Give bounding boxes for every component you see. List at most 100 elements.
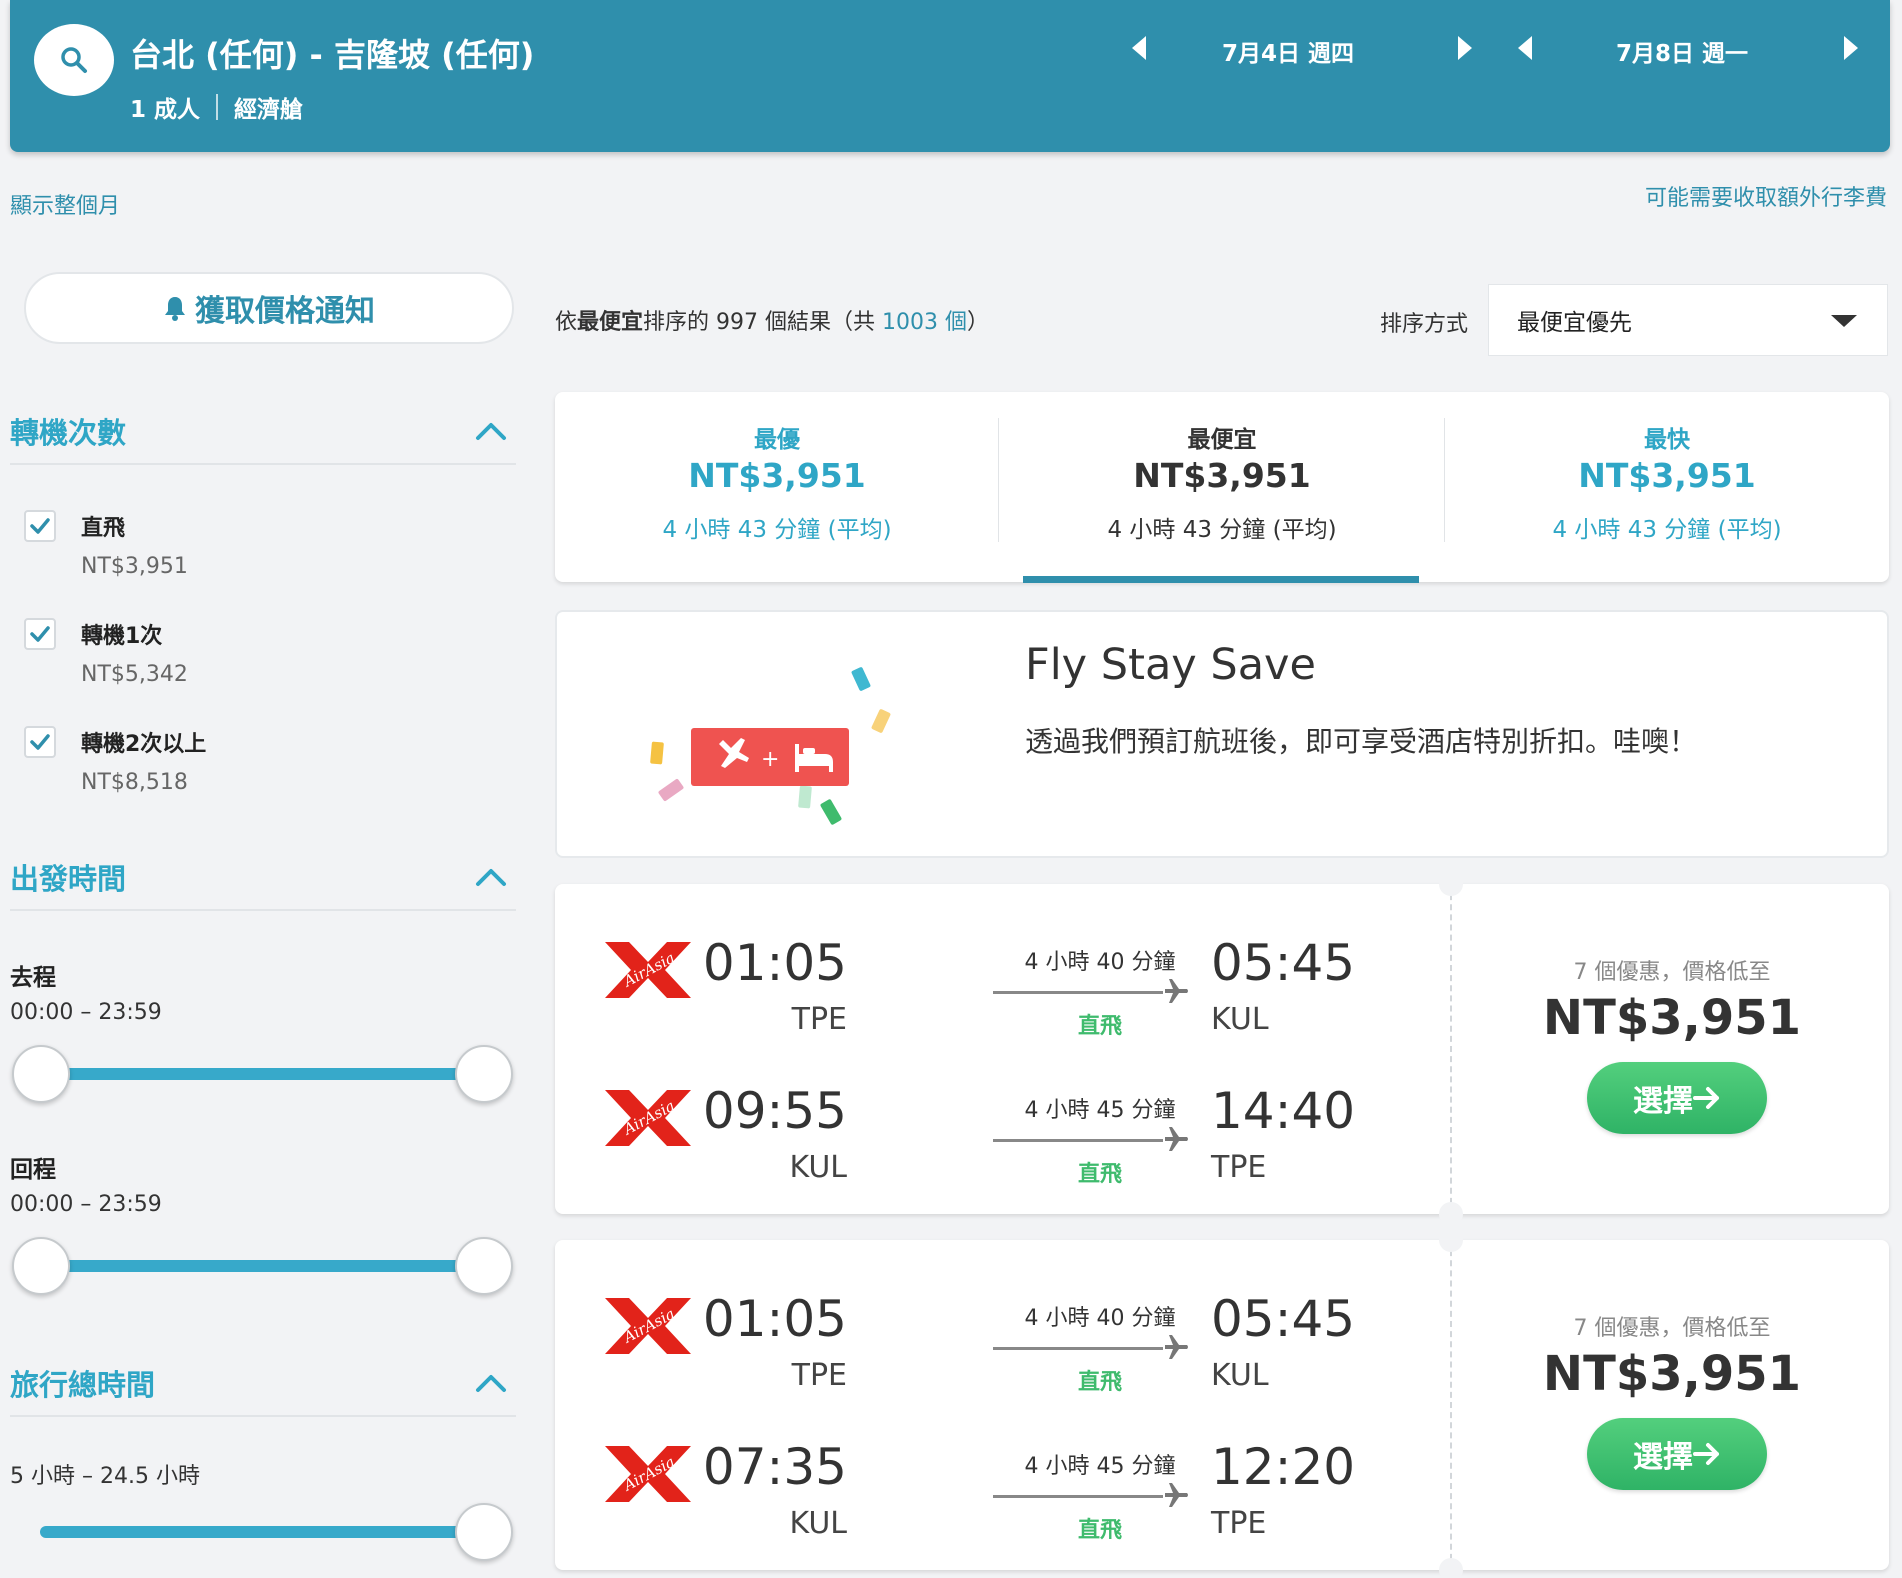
airasia-logo-icon: AirAsia (605, 1090, 691, 1146)
depart-date[interactable]: 7月4日 週四 (1222, 34, 1354, 68)
outbound-slider-track[interactable] (40, 1068, 484, 1080)
nonstop-checkbox[interactable] (24, 510, 56, 542)
divider (1450, 1240, 1452, 1570)
flight-price: NT$3,951 (1542, 990, 1802, 1046)
filter-price: NT$3,951 (81, 554, 188, 579)
stops-filter-title[interactable]: 轉機次數 (10, 410, 126, 452)
outbound-slider-max-handle[interactable] (455, 1045, 513, 1103)
outbound-label: 去程 (10, 965, 56, 991)
deals-count: 7 個優惠，價格低至 (1573, 960, 1771, 985)
svg-text:+: + (761, 747, 779, 772)
flight-duration: 4 小時 40 分鐘 (1024, 950, 1176, 975)
route-line (993, 991, 1163, 994)
traveler-info[interactable]: 1 成人 經濟艙 (130, 90, 303, 124)
stops-label: 直飛 (1077, 1370, 1122, 1395)
separator (216, 94, 219, 120)
search-header: 台北 (任何) - 吉隆坡 (任何) 1 成人 經濟艙 7月4日 週四 7月8日… (10, 0, 1890, 152)
select-flight-button[interactable]: 選擇 (1587, 1418, 1767, 1490)
check-icon (30, 734, 50, 750)
tab-title: 最優 (754, 427, 800, 453)
route-line (993, 1139, 1163, 1142)
return-slider-track[interactable] (40, 1260, 484, 1272)
filter-price: NT$5,342 (81, 662, 188, 687)
outbound-slider-min-handle[interactable] (12, 1045, 70, 1103)
price-alert-button[interactable]: 獲取價格通知 (24, 272, 514, 344)
passenger-count: 1 成人 (130, 97, 201, 123)
filter-label: 轉機1次 (81, 624, 163, 649)
baggage-fee-link[interactable]: 可能需要收取額外行李費 (1645, 180, 1887, 212)
return-date[interactable]: 7月8日 週一 (1616, 34, 1748, 68)
ticket-notch (1439, 1228, 1463, 1252)
divider (1450, 884, 1452, 1214)
tab-duration: 4 小時 43 分鐘 (平均) (1107, 517, 1337, 543)
departure-airport: TPE (791, 1358, 847, 1393)
arrival-airport: TPE (1211, 1506, 1267, 1541)
caret-down-icon (1831, 315, 1857, 327)
departure-airport: KUL (789, 1150, 847, 1185)
tab-price: NT$3,951 (1578, 456, 1756, 495)
stops-label: 直飛 (1077, 1162, 1122, 1187)
tab-duration: 4 小時 43 分鐘 (平均) (662, 517, 892, 543)
flight-result-card[interactable]: AirAsia 01:05 TPE 4 小時 40 分鐘 直飛 05:45 KU… (555, 872, 1889, 1226)
outbound-time-range: 00:00 – 23:59 (10, 1000, 162, 1025)
fly-stay-save-banner[interactable]: + Fly Stay Save 透過我們預訂航班後，即可享受酒店特別折扣。哇噢！ (555, 610, 1889, 858)
departure-time: 01:05 (702, 934, 847, 992)
show-whole-month-link[interactable]: 顯示整個月 (10, 188, 120, 220)
tab-best[interactable]: 最優 NT$3,951 4 小時 43 分鐘 (平均) (555, 392, 999, 582)
price-alert-label: 獲取價格通知 (195, 294, 375, 329)
ticket-notch (1439, 872, 1463, 896)
departure-time: 09:55 (702, 1082, 847, 1140)
summary-sort-name: 最便宜 (577, 310, 644, 335)
deals-count: 7 個優惠，價格低至 (1573, 1316, 1771, 1341)
summary-middle: 排序的 997 個結果（共 (643, 310, 883, 335)
check-icon (30, 518, 50, 534)
return-leg: AirAsia 09:55 KUL 4 小時 45 分鐘 直飛 14:40 TP… (555, 1076, 1445, 1196)
departure-time-filter-title[interactable]: 出發時間 (10, 856, 126, 898)
total-duration-filter-title[interactable]: 旅行總時間 (10, 1362, 155, 1404)
plane-icon (1165, 1483, 1188, 1507)
search-button[interactable] (34, 24, 114, 96)
divider (10, 909, 516, 911)
select-flight-button[interactable]: 選擇 (1587, 1062, 1767, 1134)
airasia-logo-icon: AirAsia (605, 1446, 691, 1502)
flight-result-card[interactable]: AirAsia 01:05 TPE 4 小時 40 分鐘 直飛 05:45 KU… (555, 1228, 1889, 1578)
select-label: 選擇 (1633, 1440, 1693, 1475)
route-title[interactable]: 台北 (任何) - 吉隆坡 (任何) (130, 30, 534, 76)
chevron-up-icon[interactable] (474, 866, 508, 888)
return-time-range: 00:00 – 23:59 (10, 1192, 162, 1217)
one-stop-checkbox[interactable] (24, 618, 56, 650)
sort-dropdown[interactable]: 最便宜優先 (1488, 284, 1888, 356)
ticket-notch (1439, 1202, 1463, 1226)
tab-cheapest[interactable]: 最便宜 NT$3,951 4 小時 43 分鐘 (平均) (1000, 392, 1444, 582)
arrival-airport: KUL (1211, 1002, 1269, 1037)
flight-duration: 4 小時 40 分鐘 (1024, 1306, 1176, 1331)
return-prev-date-icon[interactable] (1518, 36, 1532, 60)
duration-slider-track[interactable] (40, 1526, 484, 1538)
return-slider-max-handle[interactable] (455, 1237, 513, 1295)
tab-title: 最快 (1644, 427, 1690, 453)
chevron-up-icon[interactable] (474, 1372, 508, 1394)
duration-slider-max-handle[interactable] (455, 1503, 513, 1561)
tab-price: NT$3,951 (1133, 456, 1311, 495)
return-slider-min-handle[interactable] (12, 1237, 70, 1295)
depart-next-date-icon[interactable] (1458, 36, 1472, 60)
depart-prev-date-icon[interactable] (1132, 36, 1146, 60)
outbound-leg: AirAsia 01:05 TPE 4 小時 40 分鐘 直飛 05:45 KU… (555, 1284, 1445, 1404)
two-plus-stops-checkbox[interactable] (24, 726, 56, 758)
flight-price: NT$3,951 (1542, 1346, 1802, 1402)
tab-fastest[interactable]: 最快 NT$3,951 4 小時 43 分鐘 (平均) (1445, 392, 1889, 582)
total-results-link[interactable]: 1003 個 (882, 310, 967, 335)
tab-title: 最便宜 (1187, 427, 1257, 453)
departure-time: 01:05 (702, 1290, 847, 1348)
departure-airport: KUL (789, 1506, 847, 1541)
arrow-right-icon (1693, 1443, 1719, 1465)
total-duration-range: 5 小時 – 24.5 小時 (10, 1464, 200, 1489)
route-line (993, 1495, 1163, 1498)
filter-label: 轉機2次以上 (81, 732, 207, 757)
plane-icon (1165, 1127, 1188, 1151)
return-next-date-icon[interactable] (1844, 36, 1858, 60)
chevron-up-icon[interactable] (474, 420, 508, 442)
arrival-time: 12:20 (1211, 1438, 1356, 1496)
tab-duration: 4 小時 43 分鐘 (平均) (1552, 517, 1782, 543)
return-label: 回程 (10, 1157, 56, 1183)
